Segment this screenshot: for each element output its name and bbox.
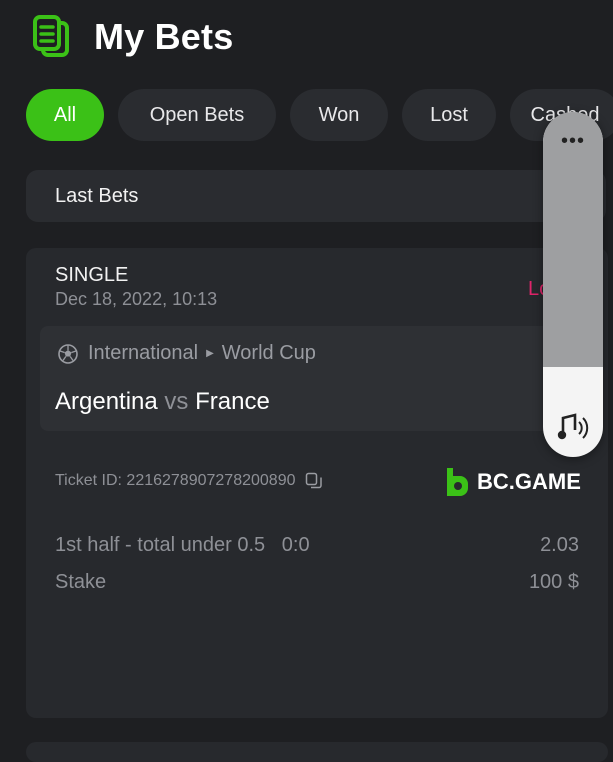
bc-game-logo-icon (447, 468, 468, 496)
next-bet-card[interactable] (26, 742, 608, 762)
match-info[interactable]: International ▶ World Cup Argentina vs F… (40, 326, 600, 431)
bet-type: SINGLE (55, 264, 129, 286)
brand-name: BC.GAME (477, 469, 581, 494)
ticket-id-text: Ticket ID: 2216278907278200890 (55, 472, 296, 489)
tab-label: Won (318, 103, 360, 126)
stake-value: 100 $ (528, 571, 579, 593)
tab-won[interactable]: Won (290, 89, 388, 141)
match-teams: Argentina vs France (55, 388, 270, 416)
brand-logo: BC.GAME (444, 466, 581, 498)
selection-row: 1st half - total under 0.5 0:0 2.03 (55, 534, 579, 557)
copy-icon[interactable] (305, 472, 323, 490)
stake-label: Stake (55, 571, 107, 593)
league-category: International (88, 342, 199, 364)
tab-all[interactable]: All (26, 89, 104, 141)
ticket-id: Ticket ID: 2216278907278200890 (55, 472, 323, 490)
breadcrumb-separator-icon: ▶ (206, 348, 214, 359)
league-tournament: World Cup (221, 342, 316, 364)
league-breadcrumb: International ▶ World Cup (58, 342, 316, 365)
selection-market: 1st half - total under 0.5 0:0 (55, 534, 310, 556)
tab-open-bets[interactable]: Open Bets (118, 89, 276, 141)
away-team: France (195, 388, 270, 415)
home-team: Argentina (55, 388, 158, 415)
tab-label: Open Bets (149, 103, 245, 126)
soccer-ball-icon (58, 343, 78, 364)
tab-lost[interactable]: Lost (402, 89, 496, 141)
page-title: My Bets (94, 16, 234, 57)
page-header: My Bets (32, 14, 233, 60)
bet-card[interactable]: SINGLE Dec 18, 2022, 10:13 Lost Internat… (26, 248, 608, 718)
last-bets-dropdown[interactable]: Last Bets (26, 170, 606, 222)
more-options-icon[interactable]: ••• (543, 130, 603, 153)
stake-row: Stake 100 $ (55, 571, 579, 594)
sound-icon (557, 413, 589, 440)
vs-label: vs (164, 388, 189, 415)
filter-tabs: AllOpen BetsWonLostCashed (26, 89, 613, 141)
last-bets-label: Last Bets (55, 184, 139, 207)
bet-date: Dec 18, 2022, 10:13 (55, 289, 218, 309)
tab-label: All (53, 103, 77, 126)
tab-label: Lost (430, 103, 468, 126)
selection-odds: 2.03 (540, 534, 579, 556)
bet-slip-icon (33, 15, 69, 57)
volume-slider[interactable]: ••• (543, 112, 603, 457)
